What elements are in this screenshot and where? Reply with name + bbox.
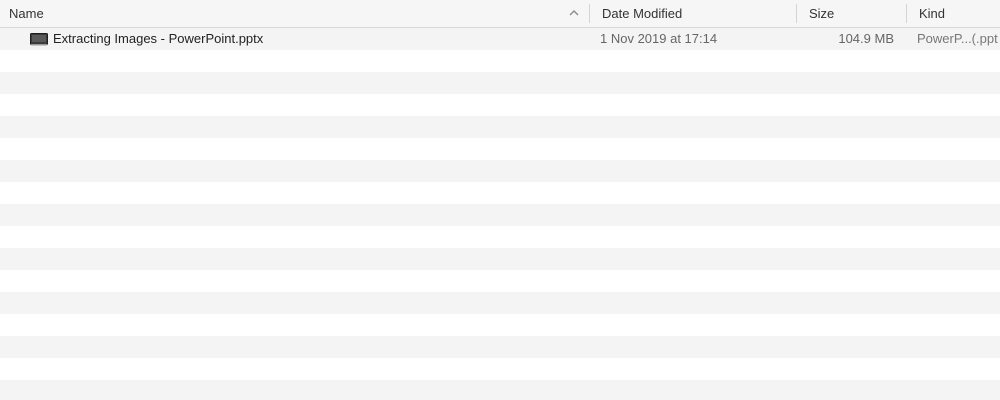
- empty-row: [0, 358, 1000, 380]
- empty-row: [0, 314, 1000, 336]
- empty-row: [0, 336, 1000, 358]
- presentation-file-icon: [30, 33, 48, 46]
- empty-row: [0, 160, 1000, 182]
- empty-row: [0, 204, 1000, 226]
- sort-ascending-icon[interactable]: [568, 8, 580, 18]
- column-divider[interactable]: [589, 4, 590, 23]
- empty-row: [0, 94, 1000, 116]
- column-header-bar: Name Date Modified Size Kind: [0, 0, 1000, 28]
- empty-row: [0, 138, 1000, 160]
- empty-row: [0, 292, 1000, 314]
- column-header-kind[interactable]: Kind: [919, 0, 1000, 27]
- column-header-size[interactable]: Size: [809, 0, 904, 27]
- empty-row: [0, 226, 1000, 248]
- empty-row: [0, 182, 1000, 204]
- empty-row: [0, 116, 1000, 138]
- file-list: Extracting Images - PowerPoint.pptx 1 No…: [0, 28, 1000, 400]
- empty-row: [0, 248, 1000, 270]
- file-row[interactable]: Extracting Images - PowerPoint.pptx 1 No…: [0, 28, 1000, 50]
- empty-row: [0, 270, 1000, 292]
- column-divider[interactable]: [796, 4, 797, 23]
- file-kind: PowerP...(.ppt: [917, 31, 998, 46]
- file-name[interactable]: Extracting Images - PowerPoint.pptx: [53, 28, 573, 50]
- column-divider[interactable]: [906, 4, 907, 23]
- finder-list-view: Name Date Modified Size Kind Extracting …: [0, 0, 1000, 400]
- empty-row: [0, 72, 1000, 94]
- empty-row: [0, 50, 1000, 72]
- column-header-date-modified[interactable]: Date Modified: [602, 0, 792, 27]
- empty-row: [0, 380, 1000, 400]
- file-date-modified: 1 Nov 2019 at 17:14: [600, 31, 718, 46]
- column-header-name[interactable]: Name: [9, 0, 569, 27]
- file-size: 104.9 MB: [838, 31, 894, 46]
